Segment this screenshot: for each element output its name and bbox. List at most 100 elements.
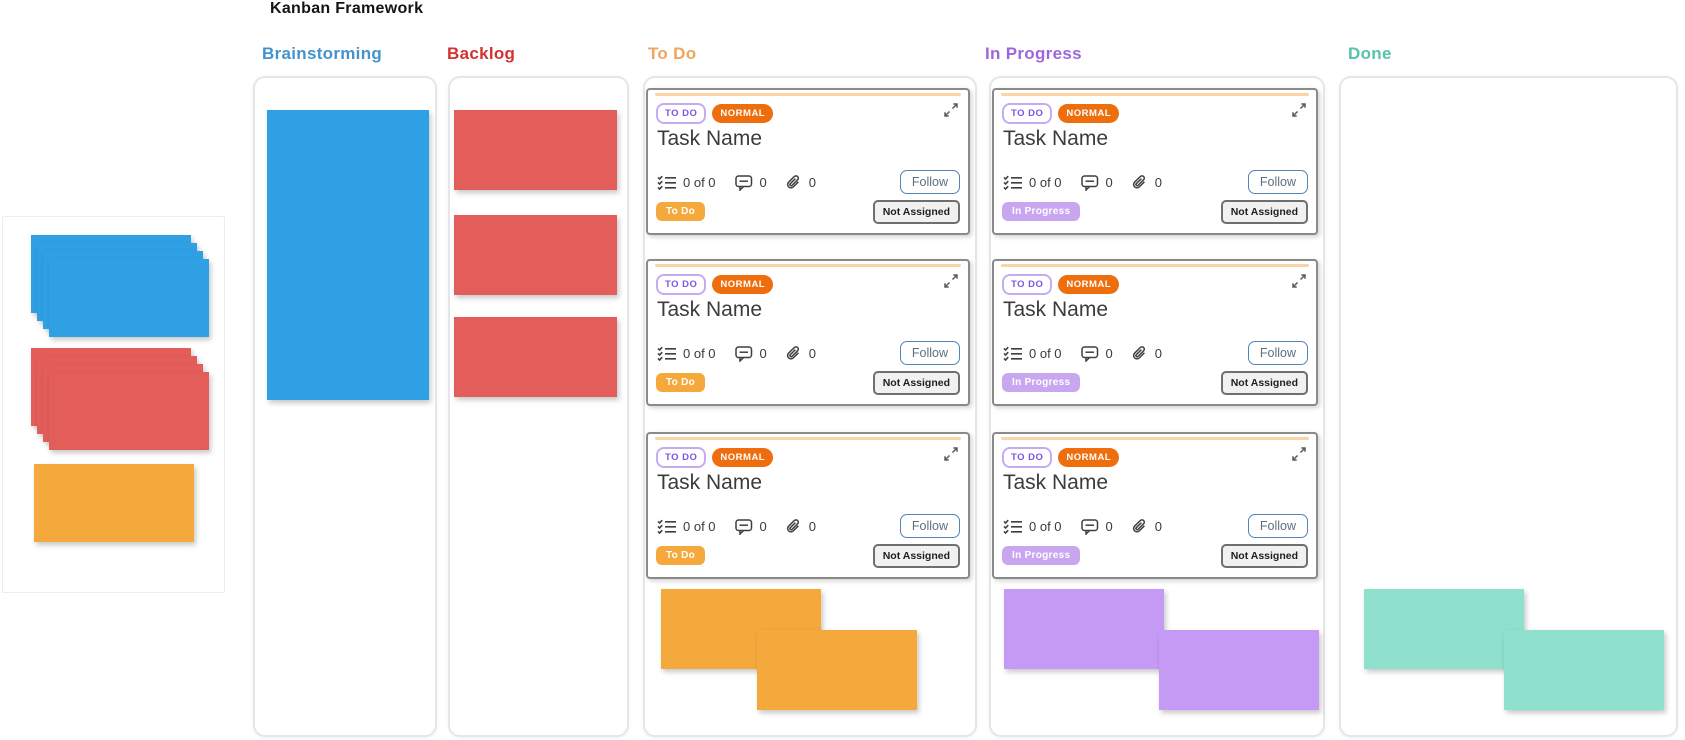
attachments-indicator[interactable]: 0	[786, 174, 816, 191]
task-title: Task Name	[657, 471, 763, 494]
task-title: Task Name	[1003, 298, 1109, 321]
task-card[interactable]: TO DO NORMAL Task Name 0 of 0 0 0 Follow…	[646, 432, 970, 579]
checklist-indicator[interactable]: 0 of 0	[657, 519, 716, 534]
checklist-indicator[interactable]: 0 of 0	[657, 346, 716, 361]
status-badge[interactable]: TO DO	[1002, 274, 1053, 295]
follow-button[interactable]: Follow	[1247, 514, 1308, 538]
priority-badge[interactable]: NORMAL	[712, 448, 774, 467]
column-header-todo[interactable]: To Do	[648, 44, 696, 64]
comments-indicator[interactable]: 0	[734, 518, 767, 535]
task-card[interactable]: TO DO NORMAL Task Name 0 of 0 0 0 Follow…	[992, 432, 1318, 579]
assignee-button[interactable]: Not Assigned	[872, 200, 960, 224]
status-tag: In Progress	[1002, 546, 1081, 565]
comment-icon	[1080, 345, 1100, 362]
assignee-button[interactable]: Not Assigned	[872, 371, 960, 395]
task-card[interactable]: TO DO NORMAL Task Name 0 of 0 0 0 Follow…	[992, 88, 1318, 235]
card-accent-line	[1001, 93, 1309, 96]
follow-button[interactable]: Follow	[1247, 170, 1308, 194]
status-badge[interactable]: TO DO	[1002, 103, 1053, 124]
task-card[interactable]: TO DO NORMAL Task Name 0 of 0 0 0 Follow…	[992, 259, 1318, 406]
assignee-button[interactable]: Not Assigned	[1220, 371, 1308, 395]
orange-sticky-note[interactable]	[34, 464, 194, 542]
expand-icon[interactable]	[943, 273, 959, 289]
checklist-icon	[657, 175, 677, 190]
assignee-button[interactable]: Not Assigned	[1220, 544, 1308, 568]
attachments-indicator[interactable]: 0	[786, 518, 816, 535]
column-in-progress[interactable]: TO DO NORMAL Task Name 0 of 0 0 0 Follow…	[989, 76, 1325, 737]
sticky-note-palette	[2, 216, 225, 593]
blue-sticky-note[interactable]	[49, 259, 209, 337]
expand-icon[interactable]	[943, 446, 959, 462]
attachments-indicator[interactable]: 0	[1132, 174, 1162, 191]
priority-badge[interactable]: NORMAL	[1058, 275, 1120, 294]
expand-icon[interactable]	[943, 102, 959, 118]
comments-indicator[interactable]: 0	[734, 174, 767, 191]
checklist-count: 0 of 0	[1029, 346, 1062, 361]
comments-indicator[interactable]: 0	[734, 345, 767, 362]
expand-icon[interactable]	[1291, 273, 1307, 289]
follow-button[interactable]: Follow	[899, 170, 960, 194]
column-header-backlog[interactable]: Backlog	[447, 44, 515, 64]
checklist-indicator[interactable]: 0 of 0	[1003, 519, 1062, 534]
todo-orange-sticky-note[interactable]	[757, 630, 917, 710]
done-teal-sticky-note[interactable]	[1504, 630, 1664, 710]
comment-icon	[734, 345, 754, 362]
card-accent-line	[655, 93, 961, 96]
checklist-indicator[interactable]: 0 of 0	[1003, 346, 1062, 361]
task-card[interactable]: TO DO NORMAL Task Name 0 of 0 0 0 Follow…	[646, 88, 970, 235]
status-badge[interactable]: TO DO	[656, 447, 707, 468]
attachment-count: 0	[1154, 346, 1162, 361]
status-tag: To Do	[656, 202, 706, 221]
column-backlog[interactable]	[448, 76, 629, 737]
red-sticky-note[interactable]	[49, 372, 209, 450]
status-badge[interactable]: TO DO	[656, 274, 707, 295]
inprogress-purple-sticky-note[interactable]	[1159, 630, 1319, 710]
assignee-button[interactable]: Not Assigned	[872, 544, 960, 568]
priority-badge[interactable]: NORMAL	[1058, 448, 1120, 467]
brainstorming-blue-note[interactable]	[267, 110, 429, 400]
comment-count: 0	[759, 519, 767, 534]
attachment-count: 0	[808, 175, 816, 190]
column-header-done[interactable]: Done	[1348, 44, 1392, 64]
backlog-red-note[interactable]	[454, 110, 617, 190]
priority-badge[interactable]: NORMAL	[1058, 104, 1120, 123]
column-header-brainstorming[interactable]: Brainstorming	[262, 44, 382, 64]
column-header-in-progress[interactable]: In Progress	[985, 44, 1082, 64]
task-title: Task Name	[657, 298, 763, 321]
task-card[interactable]: TO DO NORMAL Task Name 0 of 0 0 0 Follow…	[646, 259, 970, 406]
attachments-indicator[interactable]: 0	[1132, 345, 1162, 362]
checklist-indicator[interactable]: 0 of 0	[657, 175, 716, 190]
assignee-button[interactable]: Not Assigned	[1220, 200, 1308, 224]
follow-button[interactable]: Follow	[1247, 341, 1308, 365]
follow-button[interactable]: Follow	[899, 341, 960, 365]
backlog-red-note[interactable]	[454, 317, 617, 397]
attachments-indicator[interactable]: 0	[786, 345, 816, 362]
column-brainstorming[interactable]	[253, 76, 437, 737]
expand-icon[interactable]	[1291, 446, 1307, 462]
attachment-icon	[1132, 518, 1149, 535]
column-done[interactable]	[1339, 76, 1678, 737]
task-title: Task Name	[1003, 127, 1109, 150]
checklist-count: 0 of 0	[1029, 519, 1062, 534]
checklist-icon	[1003, 175, 1023, 190]
status-badge[interactable]: TO DO	[656, 103, 707, 124]
expand-icon[interactable]	[1291, 102, 1307, 118]
done-teal-sticky-note[interactable]	[1364, 589, 1524, 669]
comments-indicator[interactable]: 0	[1080, 518, 1113, 535]
priority-badge[interactable]: NORMAL	[712, 104, 774, 123]
attachments-indicator[interactable]: 0	[1132, 518, 1162, 535]
comment-count: 0	[1105, 346, 1113, 361]
backlog-red-note[interactable]	[454, 215, 617, 295]
comment-icon	[1080, 518, 1100, 535]
status-tag: To Do	[656, 373, 706, 392]
status-badge[interactable]: TO DO	[1002, 447, 1053, 468]
inprogress-purple-sticky-note[interactable]	[1004, 589, 1164, 669]
checklist-indicator[interactable]: 0 of 0	[1003, 175, 1062, 190]
attachment-count: 0	[1154, 175, 1162, 190]
comments-indicator[interactable]: 0	[1080, 174, 1113, 191]
priority-badge[interactable]: NORMAL	[712, 275, 774, 294]
column-todo[interactable]: TO DO NORMAL Task Name 0 of 0 0 0 Follow…	[643, 76, 977, 737]
comments-indicator[interactable]: 0	[1080, 345, 1113, 362]
follow-button[interactable]: Follow	[899, 514, 960, 538]
comment-count: 0	[759, 346, 767, 361]
